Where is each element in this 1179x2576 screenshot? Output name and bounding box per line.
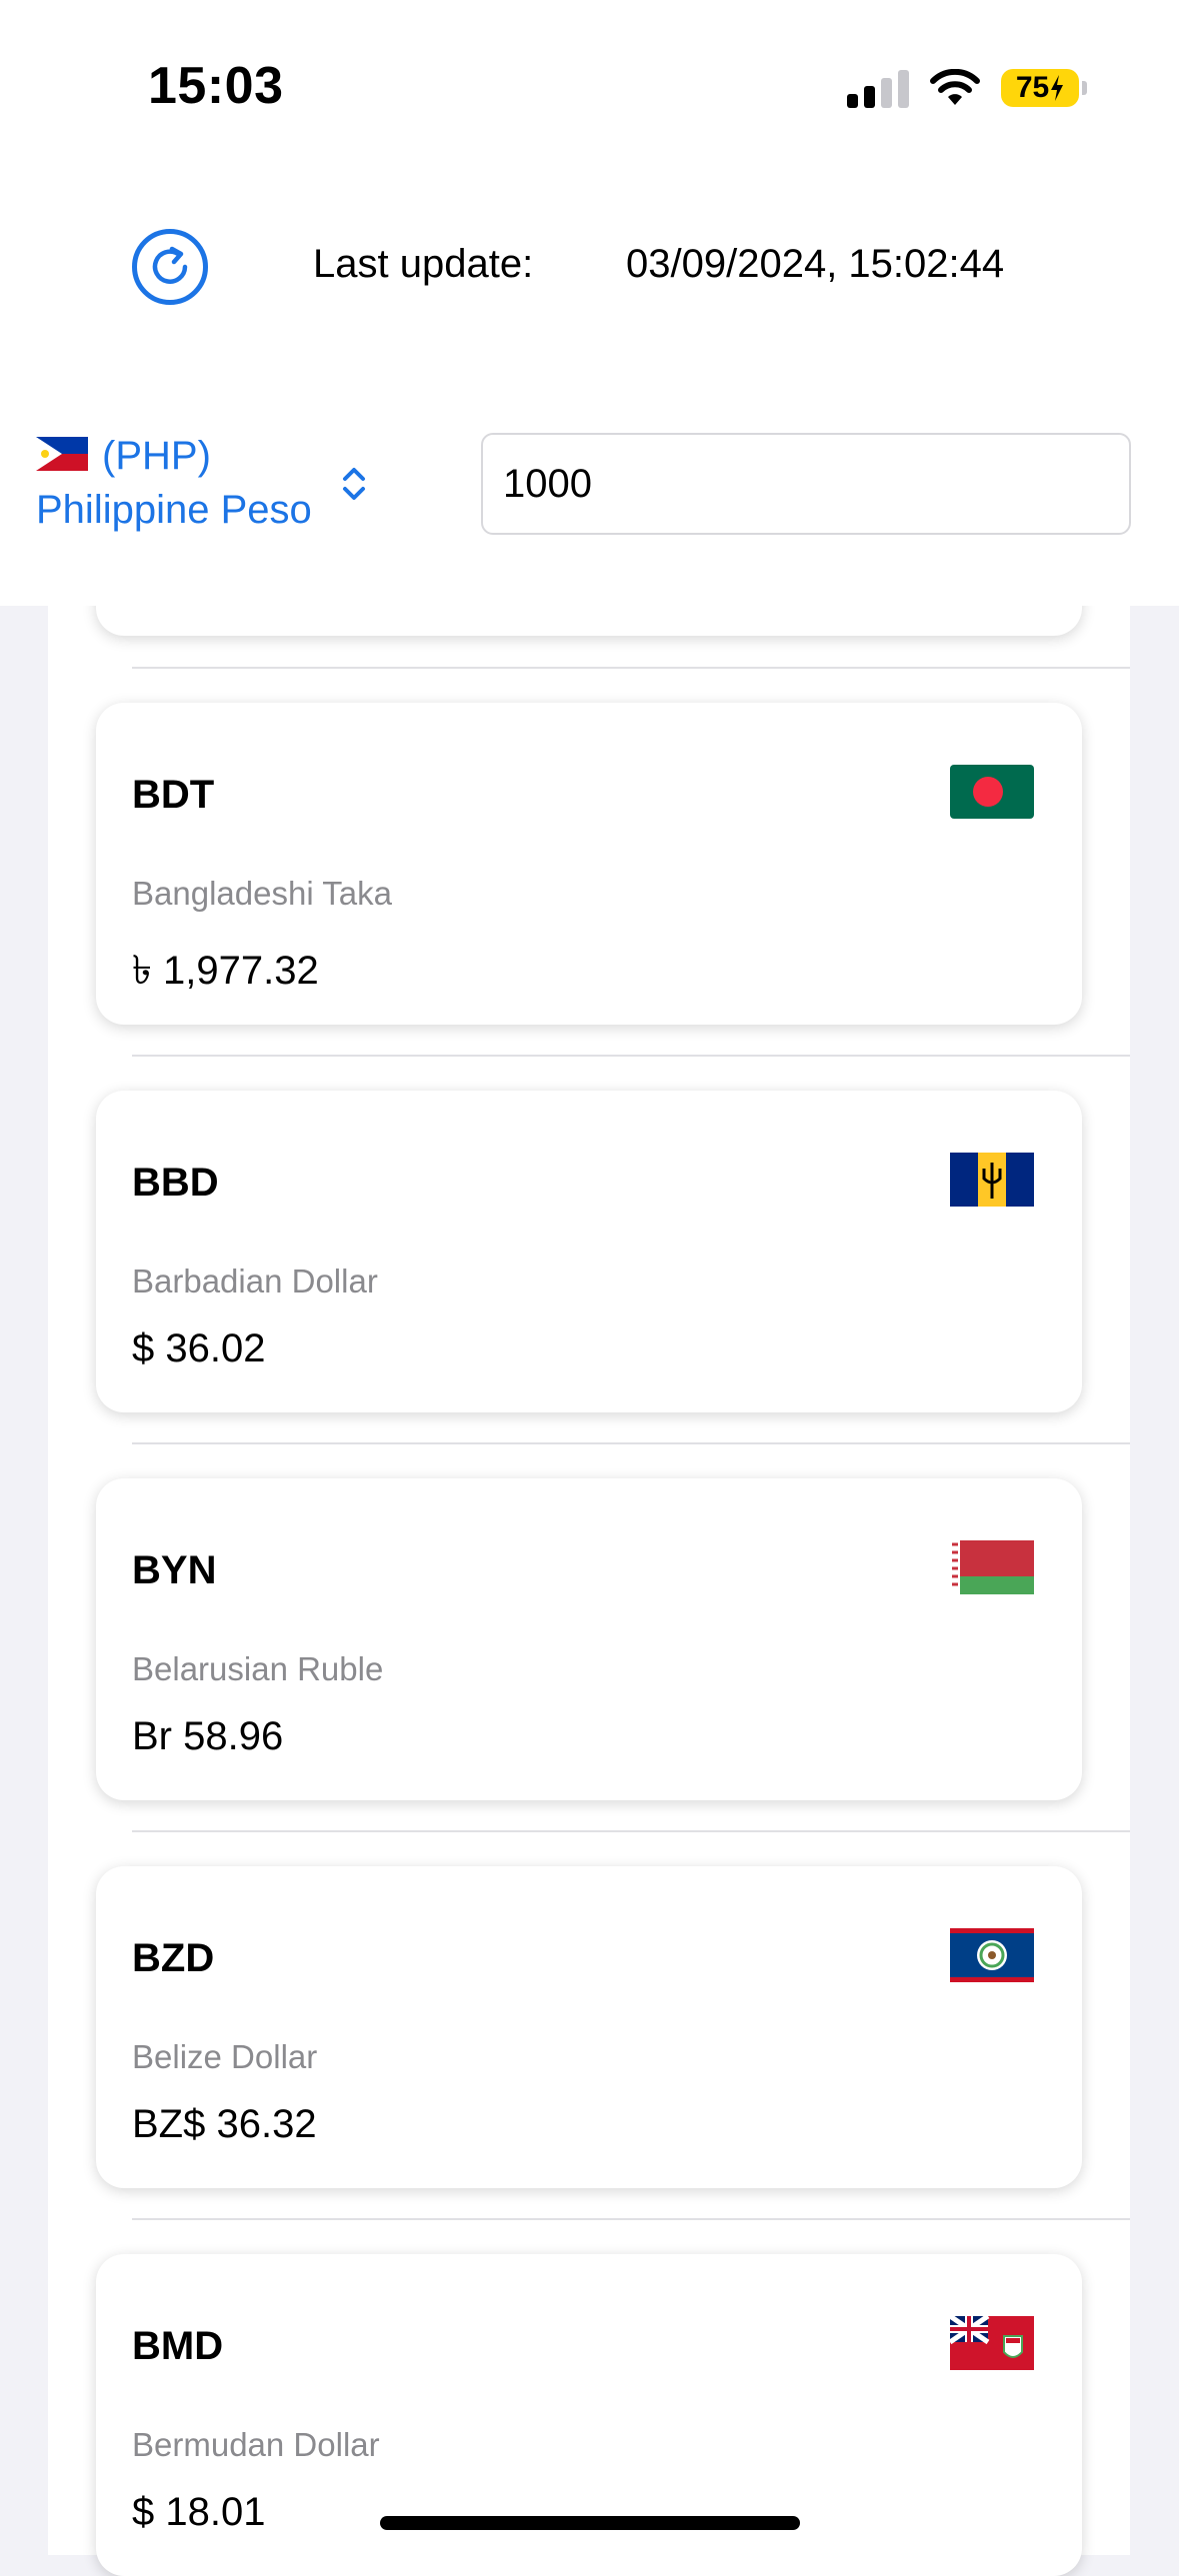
divider (132, 1055, 1130, 1057)
status-time: 15:03 (148, 57, 284, 115)
divider (132, 667, 1130, 669)
currency-card-bbd[interactable]: BBD Barbadian Dollar $ 36.02 (96, 1091, 1082, 1412)
battery-level: 75 (1015, 71, 1050, 104)
converted-value: Br 58.96 (132, 1714, 284, 1758)
currency-code: BDT (132, 773, 215, 817)
battery-icon: 75 (1001, 69, 1087, 107)
barbados-flag-icon (950, 1153, 1034, 1207)
cellular-signal-icon (847, 68, 909, 108)
currency-name: Belize Dollar (132, 2038, 318, 2075)
status-icons: 75 (847, 62, 1087, 114)
base-currency-picker[interactable]: (PHP) Philippine Peso (36, 430, 365, 536)
divider (132, 2218, 1130, 2220)
last-update-label: Last update: (313, 242, 534, 286)
bangladesh-flag-icon (950, 765, 1034, 819)
currency-code: BYN (132, 1548, 217, 1592)
currency-card-bzd[interactable]: BZD Belize Dollar BZ$ 36.32 (96, 1866, 1082, 2188)
currency-card-bdt[interactable]: BDT Bangladeshi Taka ৳ 1,977.32 (96, 703, 1082, 1025)
currency-code: BMD (132, 2324, 224, 2368)
chevron-up-down-icon (343, 468, 365, 500)
currency-card-byn[interactable]: BYN Belarusian Ruble Br 58.96 (96, 1478, 1082, 1800)
belize-flag-icon (950, 1928, 1034, 1982)
converted-value: $ 18.01 (132, 2490, 266, 2534)
last-update-value: 03/09/2024, 15:02:44 (626, 242, 1005, 286)
currency-code: BBD (132, 1161, 219, 1205)
belarus-flag-icon (950, 1540, 1034, 1594)
converted-value: $ 36.02 (132, 1326, 266, 1370)
home-indicator[interactable] (380, 2516, 800, 2530)
base-currency-name: Philippine Peso (36, 488, 312, 533)
wifi-icon (930, 69, 980, 105)
converted-value: ৳ 1,977.32 (132, 949, 319, 993)
currency-name: Belarusian Ruble (132, 1650, 384, 1687)
amount-input[interactable] (481, 433, 1131, 535)
currency-code: BZD (132, 1936, 215, 1980)
currency-name: Barbadian Dollar (132, 1263, 378, 1299)
divider (132, 1442, 1130, 1444)
base-currency-code: (PHP) (102, 434, 211, 478)
bermuda-flag-icon (950, 2313, 1034, 2370)
divider (132, 1830, 1130, 1832)
refresh-button[interactable] (132, 229, 208, 305)
refresh-icon (152, 246, 188, 284)
currency-name: Bangladeshi Taka (132, 875, 392, 912)
currency-name: Bermudan Dollar (132, 2426, 380, 2463)
converted-value: BZ$ 36.32 (132, 2102, 317, 2146)
header: 15:03 75 Last update: 03/09/2024, 15:02:… (0, 0, 1179, 606)
philippines-flag-icon (36, 432, 88, 484)
